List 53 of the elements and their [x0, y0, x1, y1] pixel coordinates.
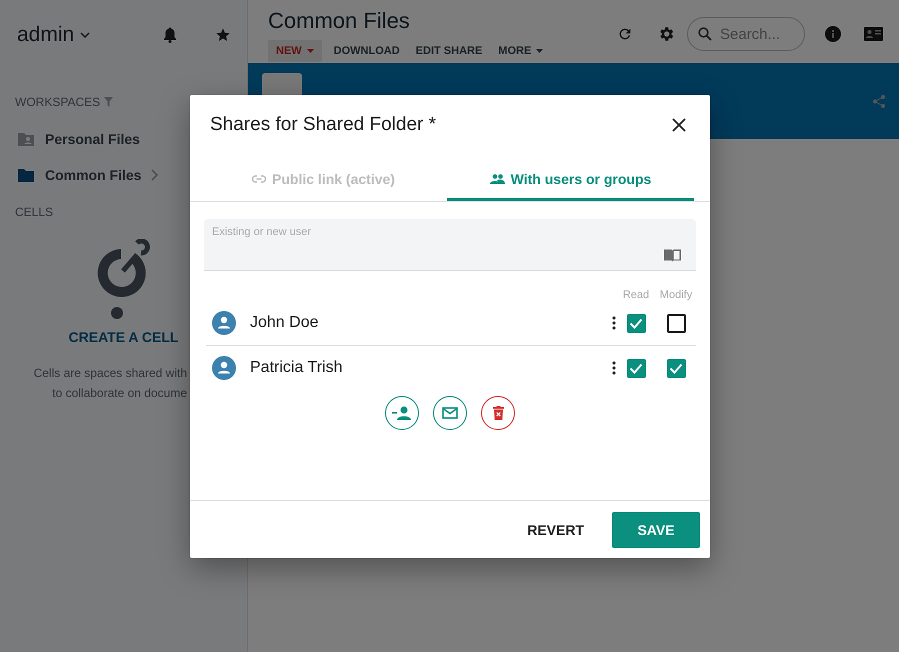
- more-icon[interactable]: [612, 361, 616, 375]
- user-input-field[interactable]: Existing or new user: [204, 219, 696, 271]
- toolbar-button[interactable]: NEW: [268, 40, 322, 62]
- trash-icon: [492, 406, 504, 420]
- user-menu[interactable]: admin: [17, 23, 90, 47]
- section-heading: CELLS: [15, 205, 54, 219]
- info-icon[interactable]: [825, 26, 841, 42]
- close-icon[interactable]: [672, 118, 686, 132]
- save-button[interactable]: SAVE: [612, 512, 700, 548]
- search-field[interactable]: Search...: [687, 17, 805, 51]
- dialog-title: Shares for Shared Folder *: [210, 114, 436, 136]
- cells-description-line: Cells are spaces shared with: [34, 365, 187, 382]
- star-icon[interactable]: [215, 27, 231, 43]
- folder-icon: [17, 167, 35, 183]
- checkbox[interactable]: [626, 314, 646, 332]
- bell-icon[interactable]: [163, 27, 177, 43]
- checkbox[interactable]: [666, 358, 686, 378]
- envelope-icon: [442, 407, 458, 419]
- revert-button[interactable]: REVERT: [517, 512, 594, 548]
- more-icon[interactable]: [612, 316, 616, 330]
- cells-description-line: to collaborate on docume: [52, 385, 187, 402]
- delete-button[interactable]: [481, 396, 515, 430]
- create-cell-link[interactable]: CREATE A CELL: [68, 329, 178, 345]
- sidebar-item[interactable]: Common Files: [0, 157, 164, 193]
- page-title: Common Files: [268, 8, 411, 34]
- add-user-button[interactable]: [385, 396, 419, 430]
- toolbar-button[interactable]: MORE: [490, 40, 552, 62]
- section-heading: WORKSPACES: [15, 95, 100, 109]
- toolbar-button[interactable]: EDIT SHARE: [408, 40, 490, 62]
- avatar-icon: [212, 311, 236, 335]
- caret-icon: [306, 49, 314, 53]
- avatar-icon: [212, 356, 236, 380]
- column-header: Read: [622, 289, 650, 301]
- sidebar-item[interactable]: Personal Files: [0, 121, 144, 157]
- search-icon: [698, 27, 712, 41]
- user-name: Patricia Trish: [250, 359, 342, 377]
- book-icon[interactable]: [663, 248, 682, 262]
- caret-icon: [80, 32, 90, 38]
- email-button[interactable]: [433, 396, 467, 430]
- caret-icon: [536, 49, 544, 53]
- chevron-icon: [151, 169, 160, 181]
- person-icon: [391, 406, 413, 420]
- id-card-icon[interactable]: [864, 27, 883, 41]
- toolbar-button[interactable]: DOWNLOAD: [326, 40, 408, 62]
- checkbox[interactable]: [626, 358, 646, 378]
- column-header: Modify: [658, 289, 694, 301]
- people-icon: [490, 174, 505, 184]
- dialog-tab[interactable]: With users or groups: [447, 159, 694, 201]
- refresh-icon[interactable]: [617, 26, 633, 42]
- user-folder-icon: [17, 131, 35, 147]
- link-icon: [252, 174, 266, 182]
- user-name: John Doe: [250, 314, 318, 332]
- checkbox[interactable]: [666, 314, 686, 332]
